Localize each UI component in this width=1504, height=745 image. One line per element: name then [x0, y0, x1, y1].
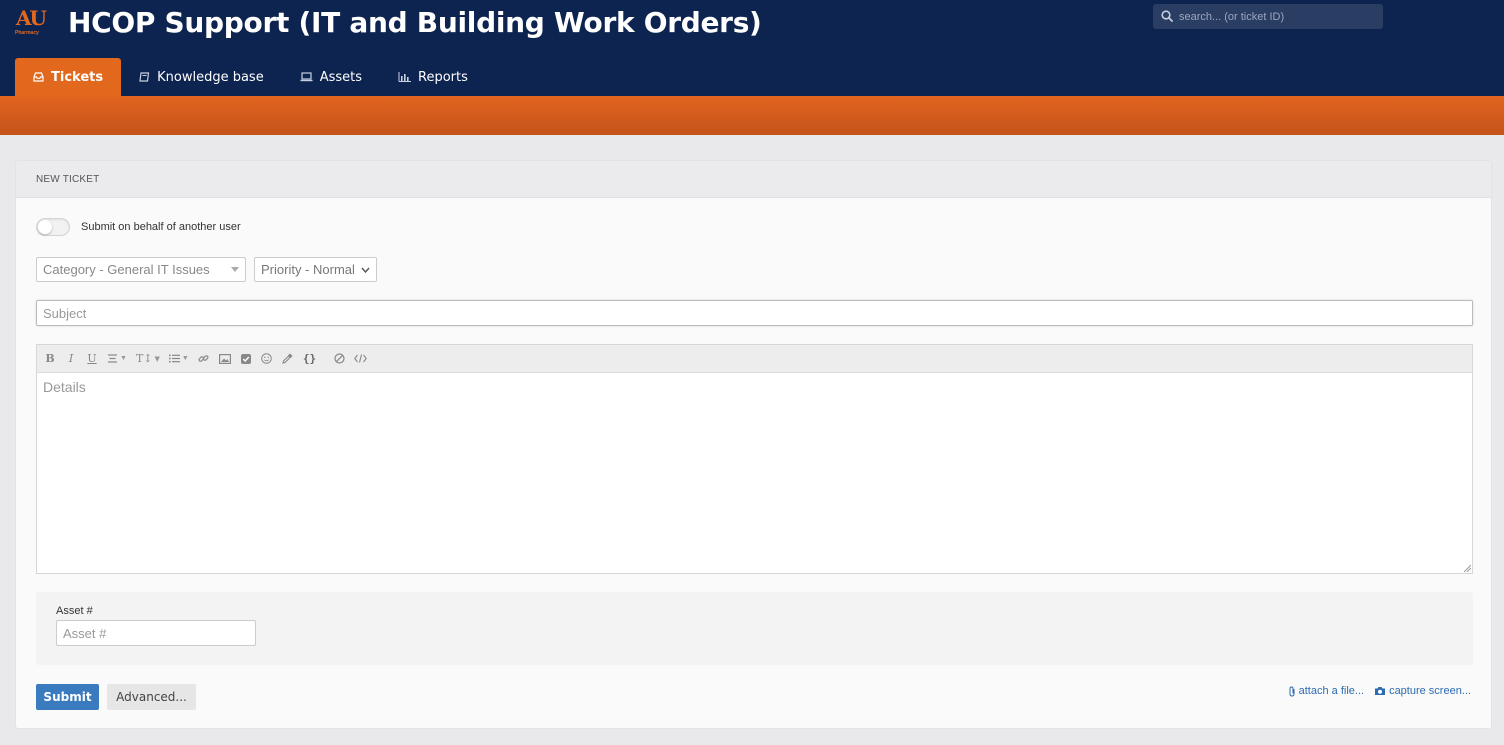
- auburn-pharmacy-logo[interactable]: AU Pharmacy: [14, 6, 48, 40]
- tab-reports[interactable]: Reports: [380, 58, 486, 96]
- checkbox-icon: [240, 353, 251, 364]
- site-title: HCOP Support (IT and Building Work Order…: [68, 6, 762, 39]
- app-header: AU Pharmacy HCOP Support (IT and Buildin…: [0, 0, 1504, 96]
- new-ticket-card: NEW TICKET Submit on behalf of another u…: [15, 160, 1492, 729]
- camera-icon: [1375, 687, 1386, 695]
- italic-button[interactable]: I: [65, 349, 77, 369]
- priority-select[interactable]: Priority - Normal: [254, 257, 377, 282]
- list-button[interactable]: ▼: [168, 349, 189, 369]
- image-button[interactable]: [218, 349, 231, 369]
- tab-label: Tickets: [51, 69, 104, 85]
- laptop-icon: [300, 72, 313, 82]
- on-behalf-label: Submit on behalf of another user: [81, 221, 241, 233]
- image-icon: [218, 353, 231, 364]
- capture-screen-label: capture screen...: [1389, 685, 1471, 697]
- list-icon: [168, 354, 180, 363]
- clear-format-button[interactable]: [333, 349, 345, 369]
- capture-screen-link[interactable]: capture screen...: [1374, 685, 1471, 697]
- align-button[interactable]: ▼: [107, 349, 127, 369]
- category-value: Category - General IT Issues: [43, 262, 210, 277]
- clear-format-icon: [333, 353, 345, 364]
- asset-input[interactable]: [57, 621, 255, 645]
- card-heading-text: NEW TICKET: [36, 173, 100, 185]
- caret-down-icon: [231, 267, 239, 272]
- search-box[interactable]: [1153, 4, 1383, 29]
- book-icon: [139, 72, 150, 82]
- search-input[interactable]: [1179, 7, 1377, 26]
- card-heading: NEW TICKET: [16, 161, 1491, 198]
- emoji-button[interactable]: [261, 349, 273, 369]
- chevron-down-icon: [361, 267, 370, 273]
- braces-icon: {}: [302, 352, 317, 365]
- tab-label: Reports: [418, 69, 468, 85]
- tab-label: Assets: [319, 69, 363, 85]
- tab-label: Knowledge base: [157, 69, 264, 85]
- tab-assets[interactable]: Assets: [282, 58, 380, 96]
- eyedropper-icon: [282, 353, 293, 364]
- attach-file-link[interactable]: attach a file...: [1288, 685, 1364, 697]
- checkbox-button[interactable]: [240, 349, 252, 369]
- subject-field[interactable]: [36, 300, 1473, 326]
- bar-chart-icon: [398, 72, 412, 82]
- emoji-icon: [261, 353, 273, 364]
- details-editor: B I U ▼ T↕ ▼ ▼ {} Details: [36, 344, 1473, 574]
- asset-field[interactable]: [56, 620, 256, 646]
- attach-file-label: attach a file...: [1298, 685, 1365, 697]
- asset-label: Asset #: [56, 605, 93, 617]
- resize-handle-icon[interactable]: [1463, 564, 1471, 572]
- logo-subtext: Pharmacy: [15, 30, 39, 36]
- details-textarea[interactable]: Details: [37, 373, 1472, 573]
- details-placeholder: Details: [43, 379, 86, 395]
- align-icon: [108, 354, 117, 363]
- source-code-icon: [354, 354, 367, 363]
- inbox-icon: [33, 72, 44, 82]
- tab-knowledge-base[interactable]: Knowledge base: [121, 58, 282, 96]
- custom-fields-panel: Asset #: [36, 592, 1473, 665]
- priority-value: Priority - Normal: [261, 262, 355, 277]
- attachment-links: attach a file... capture screen...: [1288, 685, 1471, 697]
- category-select[interactable]: Category - General IT Issues: [36, 257, 246, 282]
- accent-banner: [0, 96, 1504, 135]
- font-size-icon: T↕: [135, 352, 153, 365]
- code-block-button[interactable]: {}: [303, 349, 316, 369]
- on-behalf-row: Submit on behalf of another user: [36, 218, 241, 236]
- search-icon: [1161, 10, 1173, 22]
- paperclip-icon: [1289, 685, 1295, 697]
- editor-toolbar: B I U ▼ T↕ ▼ ▼ {}: [37, 345, 1472, 373]
- tab-tickets[interactable]: Tickets: [15, 58, 122, 96]
- subject-input[interactable]: [37, 301, 1472, 325]
- submit-button[interactable]: Submit: [36, 684, 99, 710]
- bold-button[interactable]: B: [44, 349, 56, 369]
- color-picker-button[interactable]: [282, 349, 294, 369]
- toggle-knob: [38, 220, 52, 234]
- font-size-button[interactable]: T↕ ▼: [136, 349, 160, 369]
- main-nav-tabs: Tickets Knowledge base Assets Reports: [15, 58, 486, 96]
- underline-button[interactable]: U: [86, 349, 98, 369]
- link-icon: [198, 355, 209, 362]
- link-button[interactable]: [198, 349, 210, 369]
- logo-text: AU: [16, 6, 47, 30]
- advanced-button[interactable]: Advanced...: [107, 684, 196, 710]
- on-behalf-toggle[interactable]: [36, 218, 70, 236]
- source-code-button[interactable]: [354, 349, 367, 369]
